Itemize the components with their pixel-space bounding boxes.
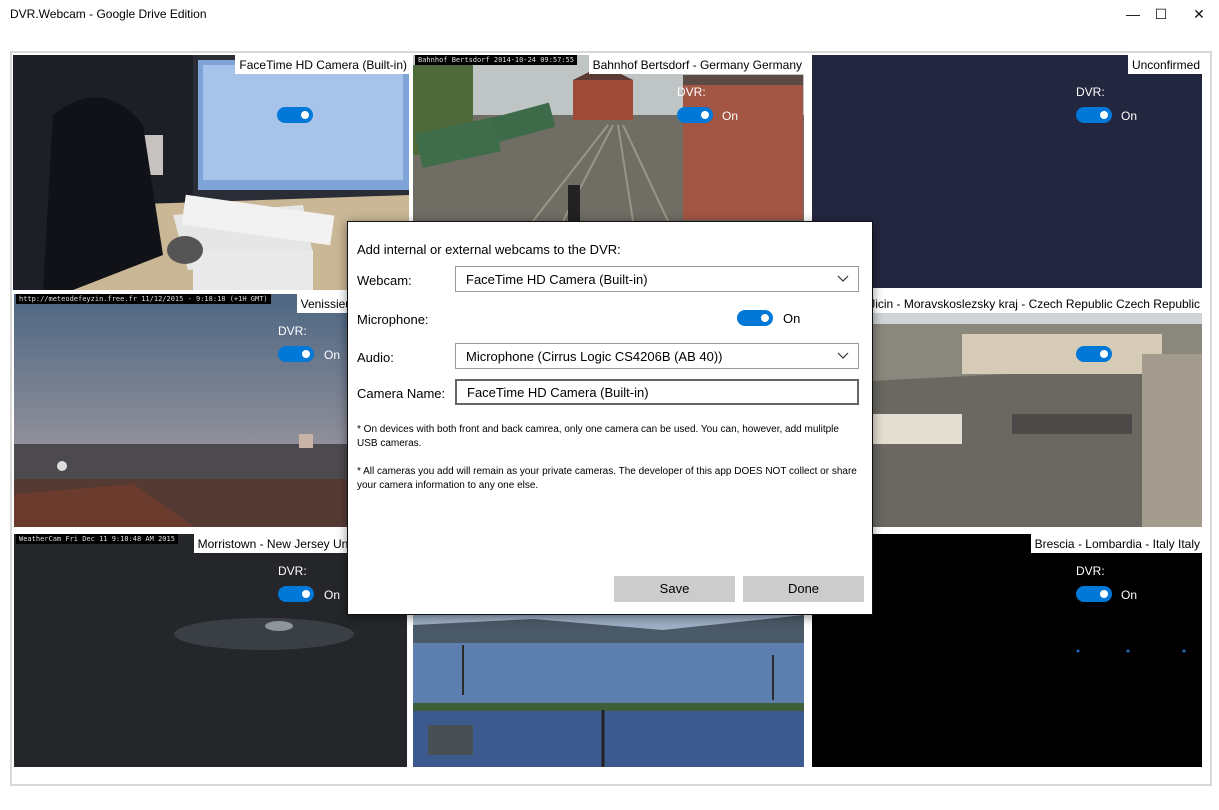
dvr-toggle[interactable]: [1076, 586, 1112, 602]
dvr-toggle[interactable]: [277, 107, 313, 123]
dvr-toggle[interactable]: [278, 586, 314, 602]
note-privacy: * All cameras you add will remain as you…: [357, 466, 857, 491]
audio-select[interactable]: Microphone (Cirrus Logic CS4206B (AB 40)…: [455, 343, 859, 369]
title-bar: DVR.Webcam - Google Drive Edition — ☐ ✕: [0, 0, 1219, 30]
camera-name: Unconfirmed: [1127, 55, 1202, 74]
camera-timestamp: Bahnhof Bertsdorf 2014-10-24 09:57:55: [415, 55, 577, 65]
dvr-label: DVR:: [677, 85, 706, 99]
dvr-state-label: On: [1121, 109, 1138, 123]
camera-name: FaceTime HD Camera (Built-in): [235, 55, 409, 74]
dvr-toggle[interactable]: [677, 107, 713, 123]
dvr-state-label: On: [722, 109, 739, 123]
camera-name: Bahnhof Bertsdorf - Germany Germany: [588, 55, 804, 74]
dvr-label: DVR:: [1076, 85, 1105, 99]
webcam-select[interactable]: FaceTime HD Camera (Built-in): [455, 266, 859, 292]
camera-tile-lake[interactable]: [413, 615, 804, 767]
camera-name: Brescia - Lombardia - Italy Italy: [1030, 534, 1202, 553]
dvr-state-label: On: [324, 348, 341, 362]
webcam-label: Webcam:: [357, 273, 412, 288]
chevron-down-icon: [837, 352, 849, 359]
dvr-state-label: On: [1121, 588, 1138, 602]
dvr-toggle[interactable]: [1076, 107, 1112, 123]
camera-name-label: Camera Name:: [357, 386, 446, 401]
dvr-label: DVR:: [1076, 564, 1105, 578]
note-front-back-camera: * On devices with both front and back ca…: [357, 424, 839, 449]
dialog-heading: Add internal or external webcams to the …: [357, 242, 621, 257]
dvr-toggle[interactable]: [278, 346, 314, 362]
maximize-button[interactable]: ☐: [1142, 0, 1180, 28]
done-button[interactable]: Done: [743, 576, 864, 602]
microphone-state-label: On: [783, 311, 801, 326]
camera-feed-image: [413, 55, 804, 221]
dvr-toggle[interactable]: [1076, 346, 1112, 362]
dvr-state-label: On: [324, 588, 341, 602]
dvr-label: DVR:: [278, 564, 307, 578]
camera-name-input[interactable]: [465, 384, 849, 401]
microphone-label: Microphone:: [357, 312, 429, 327]
dvr-label: DVR:: [278, 324, 307, 338]
camera-timestamp: http://meteodefeyzin.free.fr 11/12/2015 …: [16, 294, 271, 304]
close-button[interactable]: ✕: [1180, 0, 1218, 28]
camera-timestamp: WeatherCam Fri Dec 11 9:18:48 AM 2015: [16, 534, 178, 544]
camera-feed-image: [413, 615, 804, 767]
microphone-toggle[interactable]: [737, 310, 773, 326]
add-webcam-dialog: Add internal or external webcams to the …: [347, 221, 873, 615]
camera-name-field[interactable]: [455, 379, 859, 405]
camera-tile-bertsdorf[interactable]: Bahnhof Bertsdorf 2014-10-24 09:57:55 Ba…: [413, 55, 804, 221]
webcam-select-value: FaceTime HD Camera (Built-in): [466, 272, 648, 287]
audio-select-value: Microphone (Cirrus Logic CS4206B (AB 40)…: [466, 349, 723, 364]
save-button[interactable]: Save: [614, 576, 735, 602]
audio-label: Audio:: [357, 350, 394, 365]
window-title: DVR.Webcam - Google Drive Edition: [10, 7, 207, 21]
chevron-down-icon: [837, 275, 849, 282]
camera-name: Novy Jicin - Moravskoslezsky kraj - Czec…: [834, 294, 1202, 313]
